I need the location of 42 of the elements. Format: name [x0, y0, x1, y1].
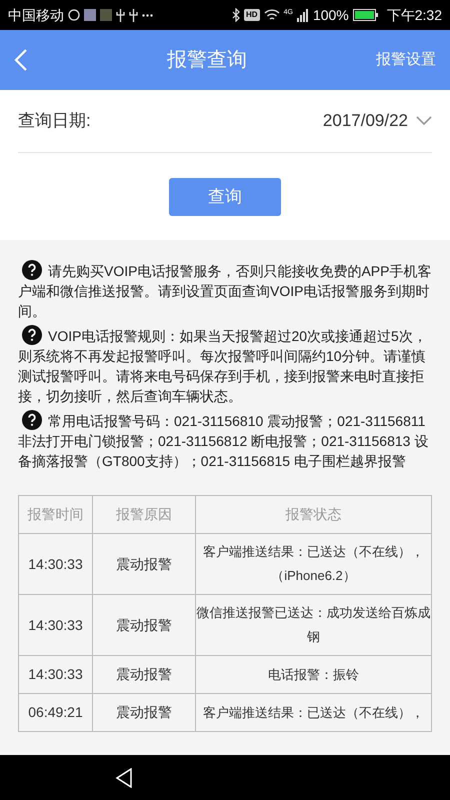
back-nav-button[interactable]	[115, 768, 133, 788]
more-icon	[142, 14, 153, 16]
alarm-settings-link[interactable]: 报警设置	[376, 48, 436, 72]
signal-icon	[296, 8, 309, 22]
bluetooth-icon	[232, 8, 240, 22]
status-cell: 客户端推送结果：已送达（不在线），（iPhone6.2）	[196, 534, 432, 594]
date-picker[interactable]: 2017/09/22	[322, 108, 432, 134]
app-icon	[84, 9, 96, 21]
usb-icon	[129, 8, 138, 22]
status-cell: 微信推送报警已送达：成功发送给百炼成钢	[196, 594, 432, 656]
carrier-label: 中国移动	[8, 6, 64, 24]
reason-cell: 震动报警	[92, 534, 196, 594]
battery-percent: 100%	[312, 6, 349, 24]
wifi-icon	[264, 8, 280, 22]
help-icon	[22, 260, 42, 280]
help-icon	[22, 325, 42, 345]
status-cell: 客户端推送结果：已送达（不在线），	[196, 694, 432, 732]
app-icon	[100, 9, 112, 21]
face-icon	[68, 9, 80, 21]
reason-cell: 震动报警	[92, 694, 196, 732]
time-cell: 14:30:33	[18, 656, 92, 694]
battery-icon	[352, 9, 379, 21]
usb-icon	[116, 8, 125, 22]
notice-text: 请先购买VOIP电话报警服务，否则只能接收免费的APP手机客户端和微信推送报警。请到设置页面查询VOIP电话报警服务到期时间。	[18, 260, 432, 321]
time-cell: 06:49:21	[18, 694, 92, 732]
chevron-down-icon	[416, 116, 432, 126]
page-title: 报警查询	[166, 48, 248, 73]
notice-text: VOIP电话报警规则：如果当天报警超过20次或接通超过5次，则系统将不再发起报警呼叫。每次报警呼叫间隔约10分钟。请谨慎测试报警呼叫。请将来电号码保存到手机，接到报警来电时直接拒接，切勿接听，然后查询车辆状态。	[18, 325, 432, 406]
time-cell: 14:30:33	[18, 594, 92, 656]
reason-cell: 震动报警	[92, 656, 196, 694]
date-label: 查询日期:	[18, 110, 91, 132]
notice-text: 常用电话报警号码：021-31156810 震动报警；021-31156811 非法打开电门锁报警；021-31156812 断电报警；021-31156813 设备摘落报警（GT800支持）；021-31156815 电子围栏越界报警	[18, 410, 432, 471]
column-header: 报警原因	[92, 496, 196, 534]
clock: 下午2:32	[386, 6, 442, 24]
column-header: 报警状态	[196, 496, 432, 534]
time-cell: 14:30:33	[18, 534, 92, 594]
help-icon	[22, 410, 42, 430]
hd-badge: HD	[244, 9, 260, 21]
status-cell: 电话报警：振铃	[196, 656, 432, 694]
reason-cell: 震动报警	[92, 594, 196, 656]
column-header: 报警时间	[18, 496, 92, 534]
query-button[interactable]: 查询	[169, 178, 281, 216]
